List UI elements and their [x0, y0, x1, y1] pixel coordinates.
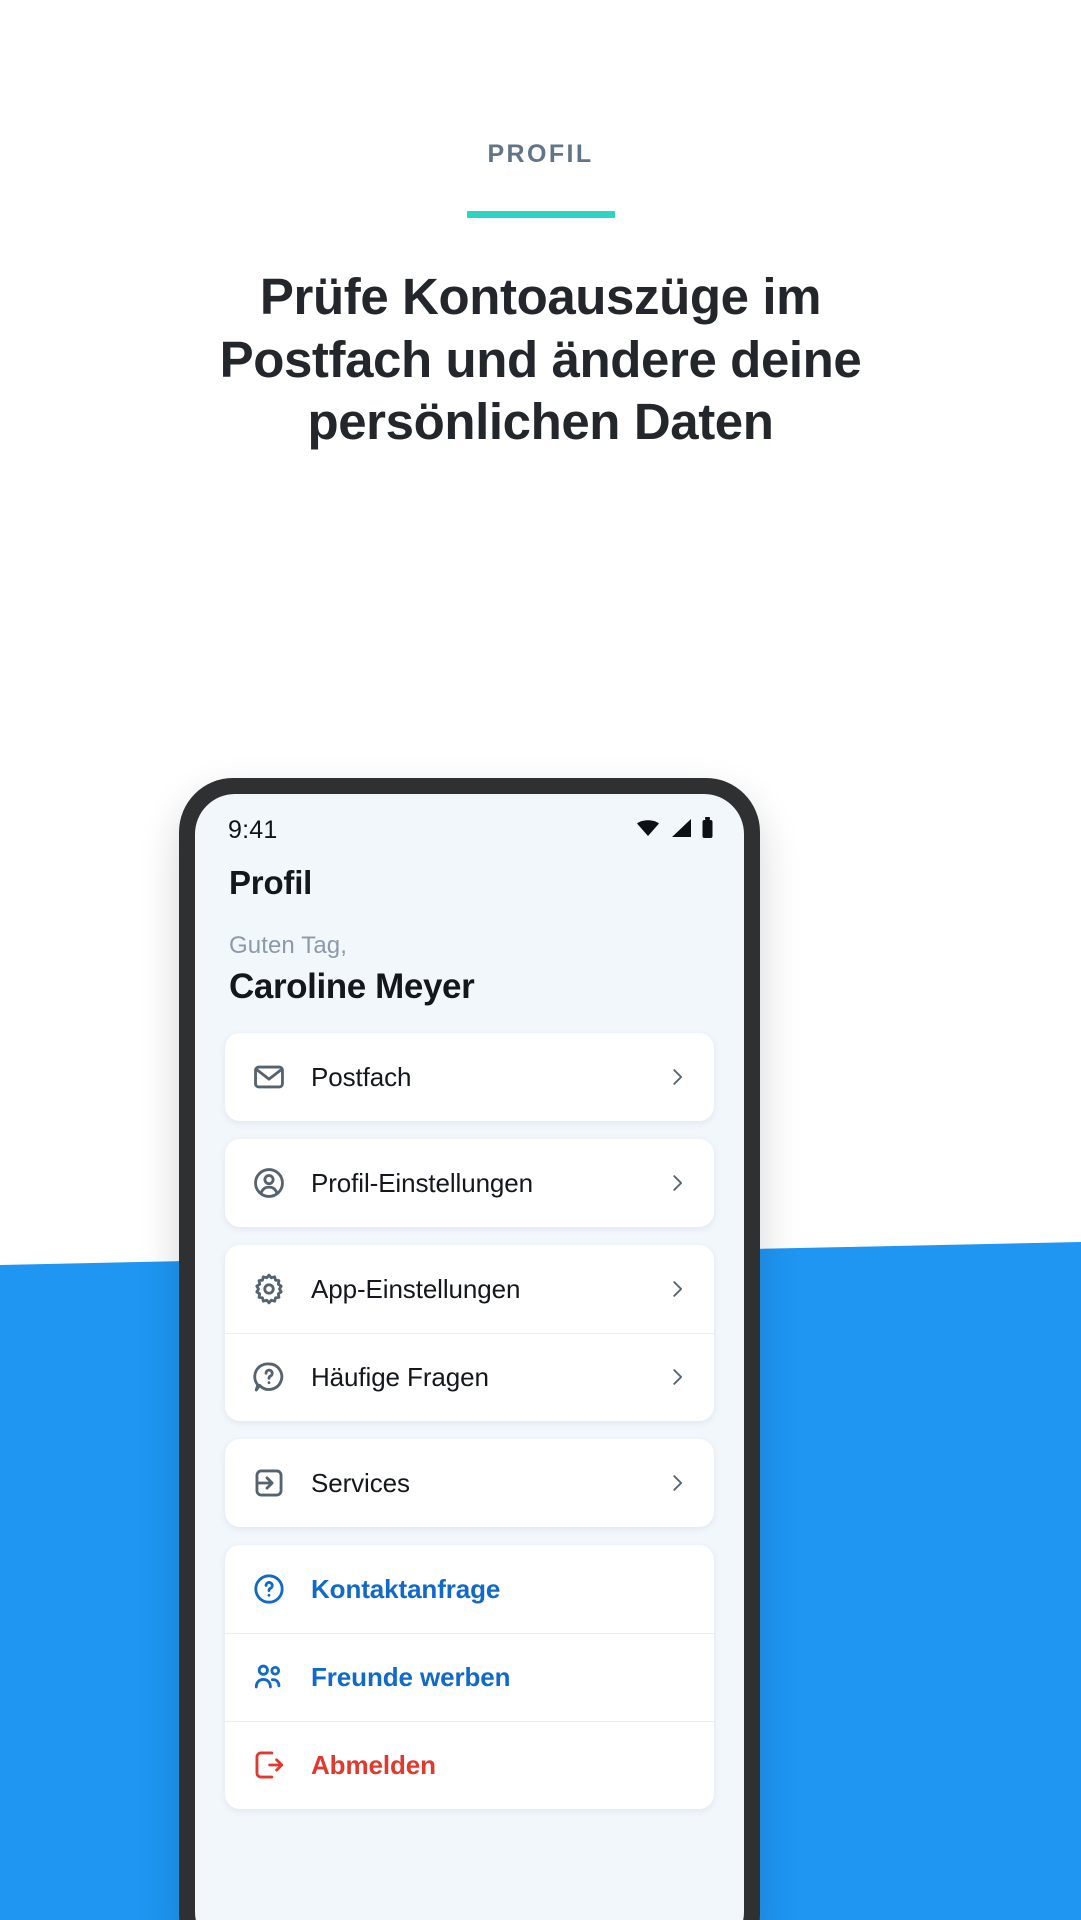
menu-row[interactable]: Profil-Einstellungen: [225, 1139, 714, 1227]
phone-screen: 9:41 Profil Guten Tag, Caroline Meyer Po…: [195, 794, 744, 1920]
status-bar: 9:41: [195, 794, 744, 856]
menu-row[interactable]: Services: [225, 1439, 714, 1527]
eyebrow-divider-rule: [466, 211, 615, 218]
menu-row-label: Häufige Fragen: [311, 1361, 489, 1392]
menu-card: App-Einstellungen Häufige Fragen: [225, 1245, 714, 1421]
question-circle-icon: [251, 1571, 287, 1607]
chevron-right-icon[interactable]: [666, 1472, 688, 1494]
menu-row-label: Postfach: [311, 1061, 412, 1092]
greeting-text: Guten Tag,: [229, 932, 347, 959]
user-circle-icon: [251, 1165, 287, 1201]
app-header: Profil Guten Tag, Caroline Meyer: [195, 856, 744, 1007]
logout-icon: [251, 1747, 287, 1783]
intro-section: PROFIL Prüfe Kontoauszüge im Postfach un…: [0, 0, 1081, 454]
envelope-icon: [251, 1059, 287, 1095]
cellular-signal-icon: [670, 818, 692, 843]
menu-card: Services: [225, 1439, 714, 1527]
menu-card: Postfach: [225, 1033, 714, 1121]
status-bar-icons: [635, 816, 714, 844]
menu-row[interactable]: Freunde werben: [225, 1633, 714, 1721]
phone-mockup: 9:41 Profil Guten Tag, Caroline Meyer Po…: [179, 778, 760, 1920]
menu-row-label: Profil-Einstellungen: [311, 1167, 534, 1198]
chevron-right-icon[interactable]: [666, 1278, 688, 1300]
menu-card: Kontaktanfrage Freunde werben Abmelden: [225, 1545, 714, 1809]
screen-title: Profil: [229, 864, 313, 901]
menu-row-label: Kontaktanfrage: [311, 1573, 501, 1604]
menu-row[interactable]: Häufige Fragen: [225, 1333, 714, 1421]
menu-row-label: App-Einstellungen: [311, 1273, 521, 1304]
menu-row[interactable]: App-Einstellungen: [225, 1245, 714, 1333]
menu-row-label: Freunde werben: [311, 1661, 511, 1692]
menu-row[interactable]: Abmelden: [225, 1721, 714, 1809]
chevron-right-icon[interactable]: [666, 1066, 688, 1088]
question-bubble-icon: [251, 1359, 287, 1395]
login-arrow-icon: [251, 1465, 287, 1501]
menu-card: Profil-Einstellungen: [225, 1139, 714, 1227]
user-name: Caroline Meyer: [229, 967, 475, 1006]
menu-row[interactable]: Postfach: [225, 1033, 714, 1121]
status-bar-clock: 9:41: [228, 815, 278, 844]
page-headline: Prüfe Kontoauszüge im Postfach und änder…: [219, 268, 862, 451]
gear-icon: [251, 1271, 287, 1307]
chevron-right-icon[interactable]: [666, 1172, 688, 1194]
menu-row-label: Services: [311, 1467, 410, 1498]
people-icon: [251, 1659, 287, 1695]
menu-row[interactable]: Kontaktanfrage: [225, 1545, 714, 1633]
battery-icon: [701, 816, 714, 844]
wifi-icon: [635, 818, 661, 843]
menu-row-label: Abmelden: [311, 1749, 436, 1780]
menu-card-stack: Postfach Profil-Einstellungen App-Einstell…: [195, 1007, 744, 1809]
chevron-right-icon[interactable]: [666, 1366, 688, 1388]
page-eyebrow: PROFIL: [487, 140, 594, 168]
